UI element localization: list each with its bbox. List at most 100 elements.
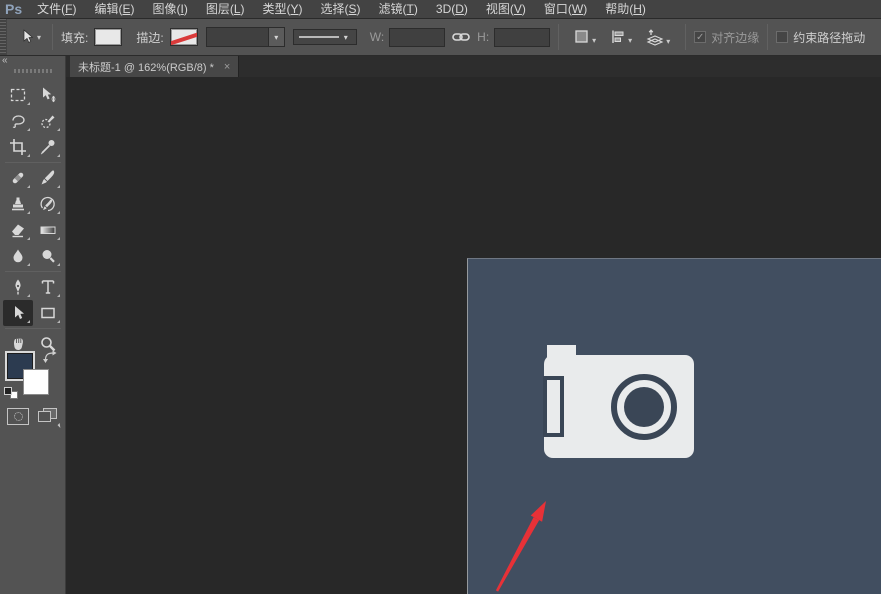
check-icon: ✓ <box>696 32 704 43</box>
stroke-width-field[interactable] <box>206 27 268 47</box>
default-colors-icon[interactable] <box>4 387 18 399</box>
shape-width-input[interactable] <box>389 28 445 47</box>
caret-glyph: ▾ <box>274 33 278 42</box>
menu-item-select[interactable]: 选择(S) <box>312 0 370 19</box>
quick-selection-icon <box>39 112 57 130</box>
menu-label-part: 编辑( <box>94 2 122 16</box>
divider <box>52 24 53 50</box>
tool-history-brush[interactable] <box>33 191 63 217</box>
lasso-icon <box>9 112 27 130</box>
menu-item-window[interactable]: 窗口(W) <box>535 0 596 19</box>
document-tab[interactable]: 未标题-1 @ 162%(RGB/8) * × <box>70 56 239 77</box>
fill-label: 填充: <box>61 29 88 46</box>
divider <box>5 162 61 163</box>
tool-lasso[interactable] <box>3 108 33 134</box>
fill-color-swatch[interactable] <box>94 28 122 46</box>
menu-label-part: 视图( <box>486 2 514 16</box>
chevron-down-icon: ▾ <box>666 37 670 46</box>
canvas-area[interactable] <box>66 77 881 594</box>
tool-rectangle[interactable] <box>33 300 63 326</box>
stroke-label: 描边: <box>136 29 163 46</box>
chevron-down-icon: ▾ <box>37 33 41 42</box>
options-bar: ▾ 填充: 描边: ▾ ▾ W: H: ▾ ▾ ▾ <box>0 19 881 56</box>
spot-healing-brush-icon <box>9 169 27 187</box>
tool-blur[interactable] <box>3 243 33 269</box>
gradient-icon <box>39 221 57 239</box>
tool-eyedropper[interactable] <box>33 134 63 160</box>
camera-lens-disc <box>624 387 664 427</box>
tool-flyout-indicator <box>57 320 60 323</box>
constrain-path-drag-checkbox-row[interactable]: 约束路径拖动 <box>776 29 865 46</box>
swap-colors-icon[interactable] <box>43 350 58 364</box>
camera-shape[interactable] <box>544 355 694 459</box>
tool-path-selection[interactable] <box>3 300 33 326</box>
menu-item-3d[interactable]: 3D(D) <box>427 0 477 19</box>
path-alignment-button[interactable]: ▾ <box>608 27 634 47</box>
history-brush-icon <box>39 195 57 213</box>
tool-eraser[interactable] <box>3 217 33 243</box>
background-color-swatch[interactable] <box>23 369 49 395</box>
collapse-panel-icon[interactable]: « <box>2 55 8 66</box>
menu-item-edit[interactable]: 编辑(E) <box>85 0 143 19</box>
menu-item-view[interactable]: 视图(V) <box>477 0 535 19</box>
tool-horizontal-type[interactable] <box>33 274 63 300</box>
menu-item-filter[interactable]: 滤镜(T) <box>370 0 427 19</box>
link-dimensions-icon[interactable] <box>452 31 470 43</box>
divider <box>5 328 61 329</box>
document-canvas[interactable] <box>467 258 881 594</box>
constrain-path-drag-checkbox[interactable] <box>776 31 788 43</box>
stroke-type-preview <box>299 36 339 38</box>
tool-flyout-indicator <box>27 102 30 105</box>
type-tool-icon <box>39 278 57 296</box>
tool-flyout-indicator <box>27 154 30 157</box>
tool-flyout-indicator <box>27 237 30 240</box>
stroke-width-dropdown[interactable]: ▾ <box>206 27 285 47</box>
photoshop-logo: Ps <box>0 0 28 19</box>
brush-icon <box>39 169 57 187</box>
tool-flyout-indicator <box>57 294 60 297</box>
menu-item-type[interactable]: 类型(Y) <box>254 0 312 19</box>
tool-gradient[interactable] <box>33 217 63 243</box>
tool-move[interactable] <box>33 82 63 108</box>
path-operations-button[interactable]: ▾ <box>572 27 598 47</box>
panel-grip[interactable] <box>14 69 52 73</box>
align-edges-checkbox[interactable]: ✓ <box>694 31 706 43</box>
menu-item-help[interactable]: 帮助(H) <box>596 0 655 19</box>
path-arrangement-button[interactable]: ▾ <box>644 27 672 48</box>
document-tab-strip: 未标题-1 @ 162%(RGB/8) * × <box>66 56 881 77</box>
divider <box>558 24 559 50</box>
menu-label-part: H <box>633 2 642 16</box>
menu-item-file[interactable]: 文件(F) <box>28 0 85 19</box>
options-bar-grip[interactable] <box>0 19 7 55</box>
stroke-color-swatch[interactable] <box>170 28 198 46</box>
eyedropper-icon <box>39 138 57 156</box>
tool-spot-healing-brush[interactable] <box>3 165 33 191</box>
tool-flyout-indicator <box>27 263 30 266</box>
shape-height-input[interactable] <box>494 28 550 47</box>
tool-flyout-indicator <box>57 154 60 157</box>
crop-icon <box>9 138 27 156</box>
menu-item-layer[interactable]: 图层(L) <box>197 0 254 19</box>
camera-body <box>544 355 694 458</box>
align-edges-checkbox-row[interactable]: ✓ 对齐边缘 <box>694 29 759 46</box>
quick-mask-mode-button[interactable] <box>7 408 29 425</box>
tool-crop[interactable] <box>3 134 33 160</box>
menu-label-part: ) <box>299 2 303 16</box>
tool-quick-selection[interactable] <box>33 108 63 134</box>
menu-label-part: T <box>407 2 414 16</box>
chevron-down-icon: ▾ <box>628 36 632 45</box>
tool-pen[interactable] <box>3 274 33 300</box>
tool-flyout-indicator <box>27 294 30 297</box>
menu-label-part: ) <box>357 2 361 16</box>
close-icon[interactable]: × <box>224 61 230 73</box>
chevron-down-icon[interactable]: ▾ <box>268 27 285 47</box>
stroke-type-dropdown[interactable]: ▾ <box>293 29 357 45</box>
tool-clone-stamp[interactable] <box>3 191 33 217</box>
tool-dodge[interactable] <box>33 243 63 269</box>
menu-item-image[interactable]: 图像(I) <box>143 0 196 19</box>
tool-brush[interactable] <box>33 165 63 191</box>
tool-preset-picker[interactable]: ▾ <box>16 27 44 47</box>
screen-mode-button[interactable] <box>38 408 60 425</box>
mini-foreground-swatch <box>4 387 12 395</box>
tool-rectangular-marquee[interactable] <box>3 82 33 108</box>
